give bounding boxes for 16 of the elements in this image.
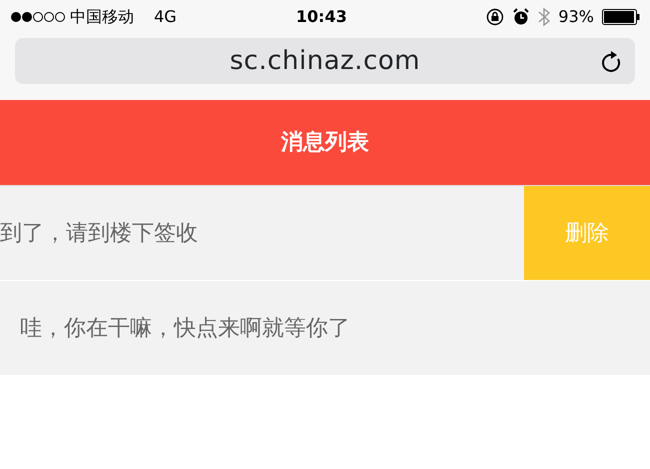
bluetooth-icon bbox=[538, 7, 550, 27]
message-text: 哇，你在干嘛，快点来啊就等你了 bbox=[19, 314, 351, 342]
message-text: 到了，请到楼下签收 bbox=[0, 220, 199, 248]
alarm-icon bbox=[512, 8, 530, 26]
network-type: 4G bbox=[154, 6, 177, 28]
reload-icon[interactable] bbox=[601, 50, 623, 74]
signal-icon bbox=[10, 11, 66, 23]
clock-time: 10:43 bbox=[296, 6, 347, 28]
message-row[interactable]: 到了，请到楼下签收 删除 bbox=[0, 186, 650, 281]
battery-percent: 93% bbox=[558, 6, 594, 28]
message-row[interactable]: 哇，你在干嘛，快点来啊就等你了 bbox=[0, 281, 650, 376]
carrier-name: 中国移动 bbox=[70, 6, 134, 28]
page-title: 消息列表 bbox=[281, 129, 369, 157]
battery-icon bbox=[602, 9, 640, 25]
rotation-lock-icon bbox=[486, 8, 504, 26]
address-bar[interactable]: sc.chinaz.com bbox=[15, 38, 635, 84]
